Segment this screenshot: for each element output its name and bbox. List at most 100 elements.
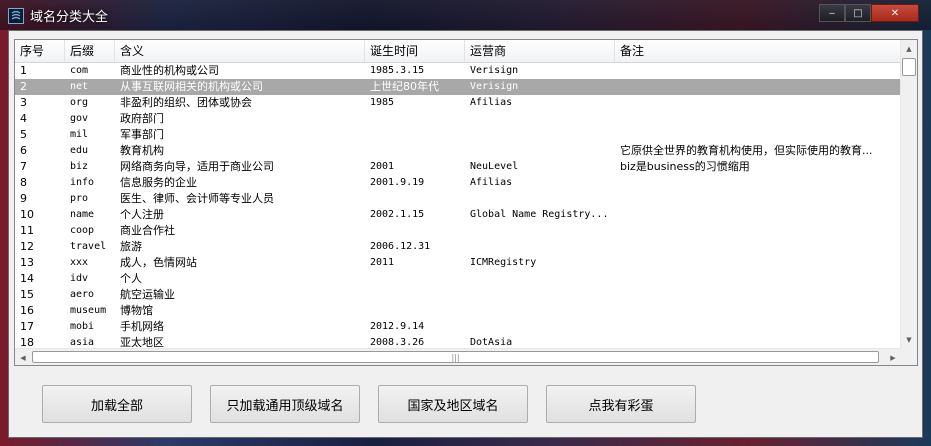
cell-operator bbox=[465, 127, 615, 143]
cell-suffix: net bbox=[70, 81, 89, 92]
cell-date bbox=[365, 303, 465, 319]
cell-suffix: biz bbox=[70, 161, 89, 172]
cell-suffix: gov bbox=[70, 113, 89, 124]
vertical-scrollbar[interactable]: ▲ ▼ bbox=[900, 40, 917, 348]
cell-index: 5 bbox=[20, 128, 27, 141]
cell-meaning: 商业合作社 bbox=[120, 224, 175, 237]
list-rows: 1 com 商业性的机构或公司 1985.3.15 Verisign 2 net 从事互联网相… bbox=[15, 63, 901, 351]
cell-index: 17 bbox=[20, 320, 34, 333]
cell-date bbox=[365, 271, 465, 287]
cell-suffix: pro bbox=[70, 193, 89, 204]
cell-notes bbox=[615, 239, 901, 255]
cell-notes bbox=[615, 223, 901, 239]
scroll-up-arrow-icon[interactable]: ▲ bbox=[901, 40, 917, 57]
cell-meaning: 个人 bbox=[120, 272, 142, 285]
table-row[interactable]: 15 aero 航空运输业 bbox=[15, 287, 901, 303]
cell-suffix: mobi bbox=[70, 321, 95, 332]
table-row[interactable]: 4 gov 政府部门 bbox=[15, 111, 901, 127]
column-header-operator[interactable]: 运营商 bbox=[465, 40, 615, 62]
table-row[interactable]: 16 museum 博物馆 bbox=[15, 303, 901, 319]
easter-egg-button[interactable]: 点我有彩蛋 bbox=[546, 385, 696, 423]
cell-suffix: idv bbox=[70, 273, 89, 284]
domain-list-view[interactable]: 序号 后缀 含义 诞生时间 运营商 备注 1 com 商业性的机构或公司 1985.3… bbox=[14, 39, 918, 366]
main-window: 域名分类大全 ‒ □ ✕ 序号 后缀 含义 诞生时间 运营商 备注 1 com 商业… bbox=[0, 0, 931, 446]
table-row[interactable]: 2 net 从事互联网相关的机构或公司 上世纪80年代 Verisign bbox=[15, 79, 901, 95]
cell-suffix: org bbox=[70, 97, 89, 108]
load-generic-tld-button[interactable]: 只加载通用顶级域名 bbox=[210, 385, 360, 423]
cell-date: 2002.1.15 bbox=[370, 209, 425, 220]
scroll-left-arrow-icon[interactable]: ◀ bbox=[15, 349, 31, 365]
cell-index: 16 bbox=[20, 304, 34, 317]
cell-index: 12 bbox=[20, 240, 34, 253]
cell-suffix: info bbox=[70, 177, 95, 188]
cell-operator bbox=[465, 303, 615, 319]
cell-meaning: 信息服务的企业 bbox=[120, 176, 197, 189]
table-row[interactable]: 17 mobi 手机网络 2012.9.14 bbox=[15, 319, 901, 335]
cell-index: 6 bbox=[20, 144, 27, 157]
cell-operator: NeuLevel bbox=[470, 161, 519, 172]
scroll-right-arrow-icon[interactable]: ▶ bbox=[885, 349, 901, 365]
horizontal-scrollbar[interactable]: ◀ ||| ▶ bbox=[15, 348, 901, 365]
column-header-index[interactable]: 序号 bbox=[15, 40, 65, 62]
cell-suffix: name bbox=[70, 209, 95, 220]
cell-date: 2001.9.19 bbox=[370, 177, 425, 188]
cell-date: 2006.12.31 bbox=[370, 241, 431, 252]
cell-notes bbox=[615, 303, 901, 319]
cell-date bbox=[365, 111, 465, 127]
client-area: 序号 后缀 含义 诞生时间 运营商 备注 1 com 商业性的机构或公司 1985.3… bbox=[8, 30, 923, 438]
table-row[interactable]: 6 edu 教育机构 它原供全世界的教育机构使用，但实际使用的教育... bbox=[15, 143, 901, 159]
cell-meaning: 网络商务向导，适用于商业公司 bbox=[120, 160, 274, 173]
cell-operator bbox=[465, 287, 615, 303]
cell-suffix: edu bbox=[70, 145, 89, 156]
table-row[interactable]: 11 coop 商业合作社 bbox=[15, 223, 901, 239]
cell-operator bbox=[465, 111, 615, 127]
cell-index: 4 bbox=[20, 112, 27, 125]
cell-operator bbox=[465, 143, 615, 159]
cell-meaning: 旅游 bbox=[120, 240, 142, 253]
table-row[interactable]: 12 travel 旅游 2006.12.31 bbox=[15, 239, 901, 255]
cell-notes bbox=[615, 207, 901, 223]
cell-index: 2 bbox=[20, 80, 27, 93]
table-row[interactable]: 10 name 个人注册 2002.1.15 Global Name Registry.… bbox=[15, 207, 901, 223]
cell-notes bbox=[615, 271, 901, 287]
cell-index: 11 bbox=[20, 224, 34, 237]
load-all-button[interactable]: 加载全部 bbox=[42, 385, 192, 423]
cell-meaning: 教育机构 bbox=[120, 144, 164, 157]
cell-operator bbox=[465, 191, 615, 207]
table-row[interactable]: 14 idv 个人 bbox=[15, 271, 901, 287]
column-header-meaning[interactable]: 含义 bbox=[115, 40, 365, 62]
table-row[interactable]: 5 mil 军事部门 bbox=[15, 127, 901, 143]
table-row[interactable]: 13 xxx 成人，色情网站 2011 ICMRegistry bbox=[15, 255, 901, 271]
column-header-suffix[interactable]: 后缀 bbox=[65, 40, 115, 62]
cell-date bbox=[365, 287, 465, 303]
cell-date: 上世纪80年代 bbox=[370, 80, 439, 93]
cell-suffix: xxx bbox=[70, 257, 89, 268]
cell-notes bbox=[615, 319, 901, 335]
table-row[interactable]: 3 org 非盈利的组织、团体或协会 1985 Afilias bbox=[15, 95, 901, 111]
cell-date bbox=[365, 191, 465, 207]
cell-operator: Verisign bbox=[470, 65, 519, 76]
cell-meaning: 非盈利的组织、团体或协会 bbox=[120, 96, 252, 109]
column-header-notes[interactable]: 备注 bbox=[615, 40, 901, 62]
cell-notes bbox=[615, 255, 901, 271]
close-button[interactable]: ✕ bbox=[871, 4, 919, 22]
horizontal-scroll-thumb[interactable]: ||| bbox=[32, 351, 879, 363]
cell-operator bbox=[465, 239, 615, 255]
vertical-scroll-thumb[interactable] bbox=[902, 58, 916, 76]
cell-date: 2001 bbox=[370, 161, 395, 172]
maximize-button[interactable]: □ bbox=[845, 4, 871, 22]
column-header-date[interactable]: 诞生时间 bbox=[365, 40, 465, 62]
table-row[interactable]: 7 biz 网络商务向导，适用于商业公司 2001 NeuLevel biz是busine… bbox=[15, 159, 901, 175]
cell-operator bbox=[465, 271, 615, 287]
scroll-down-arrow-icon[interactable]: ▼ bbox=[901, 331, 917, 348]
minimize-button[interactable]: ‒ bbox=[819, 4, 845, 22]
table-row[interactable]: 9 pro 医生、律师、会计师等专业人员 bbox=[15, 191, 901, 207]
cell-meaning: 航空运输业 bbox=[120, 288, 175, 301]
table-row[interactable]: 1 com 商业性的机构或公司 1985.3.15 Verisign bbox=[15, 63, 901, 79]
table-row[interactable]: 8 info 信息服务的企业 2001.9.19 Afilias bbox=[15, 175, 901, 191]
country-domain-button[interactable]: 国家及地区域名 bbox=[378, 385, 528, 423]
cell-suffix: travel bbox=[70, 241, 107, 252]
cell-notes bbox=[615, 95, 901, 111]
list-header: 序号 后缀 含义 诞生时间 运营商 备注 bbox=[15, 40, 901, 63]
title-bar[interactable]: 域名分类大全 ‒ □ ✕ bbox=[0, 0, 931, 30]
